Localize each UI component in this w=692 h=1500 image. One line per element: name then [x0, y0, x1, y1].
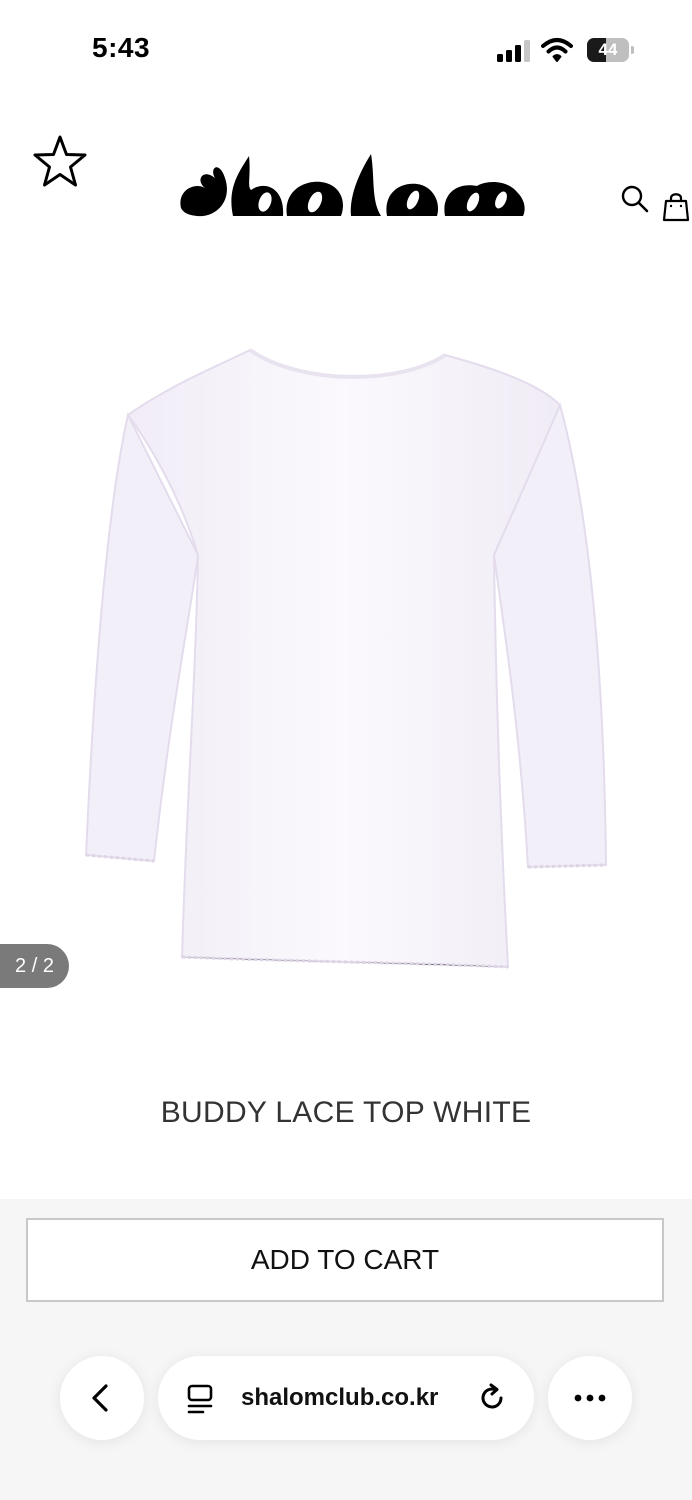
- more-button[interactable]: [548, 1356, 632, 1440]
- back-chevron-icon: [92, 1384, 108, 1412]
- back-button[interactable]: [60, 1356, 144, 1440]
- image-counter: 2 / 2: [0, 944, 69, 988]
- shopping-bag-icon[interactable]: [662, 190, 690, 222]
- star-icon[interactable]: [32, 134, 88, 190]
- page-icon: [187, 1384, 213, 1414]
- battery-level: 44: [598, 40, 618, 59]
- status-time: 5:43: [92, 32, 151, 63]
- wifi-icon: [541, 38, 573, 62]
- search-icon[interactable]: [620, 184, 650, 214]
- url-text[interactable]: shalomclub.co.kr: [241, 1356, 438, 1440]
- shalom-logo[interactable]: shalom: [175, 150, 530, 225]
- reload-icon[interactable]: [476, 1382, 508, 1414]
- product-title: BUDDY LACE TOP WHITE: [160, 1096, 532, 1129]
- address-bar[interactable]: shalomclub.co.kr: [158, 1356, 534, 1440]
- status-bar: 5:43 44: [0, 0, 692, 100]
- add-to-cart-button[interactable]: ADD TO CART: [26, 1218, 664, 1302]
- more-icon: [574, 1394, 606, 1402]
- product-image[interactable]: [0, 255, 692, 1055]
- battery-icon: 44: [587, 38, 635, 64]
- cellular-signal-icon: [497, 40, 530, 62]
